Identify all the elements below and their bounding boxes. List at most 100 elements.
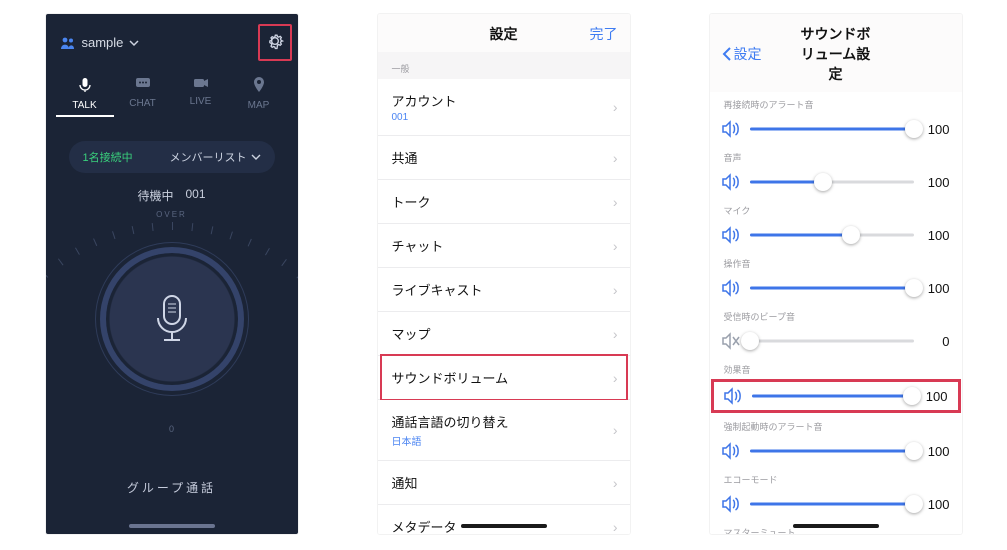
volume-slider[interactable] bbox=[750, 172, 914, 192]
chevron-right-icon: › bbox=[613, 238, 618, 254]
tab-map[interactable]: MAP bbox=[230, 73, 288, 117]
top-bar: sample bbox=[46, 14, 298, 69]
sound-volume-screen: 設定 サウンドボリューム設定 再接続時のアラート音 100 音声 100 マイク 100 操… bbox=[710, 14, 962, 534]
chevron-down-icon bbox=[251, 153, 261, 161]
ptt-button[interactable] bbox=[106, 253, 238, 385]
volume-value: 100 bbox=[922, 228, 950, 243]
speaker-icon[interactable] bbox=[720, 226, 742, 244]
row-metadata[interactable]: メタデータ› bbox=[378, 505, 630, 534]
volume-value: 100 bbox=[922, 497, 950, 512]
volume-row-mic: 100 bbox=[710, 219, 962, 251]
section-header-op: 操作音 bbox=[710, 251, 962, 272]
volume-slider[interactable] bbox=[752, 386, 912, 406]
nav-tabs: TALK CHAT LIVE MAP bbox=[46, 69, 298, 117]
page-title: サウンドボリューム設定 bbox=[798, 24, 874, 84]
chevron-right-icon: › bbox=[613, 99, 618, 115]
home-indicator[interactable] bbox=[793, 524, 879, 528]
mic-icon bbox=[56, 77, 114, 96]
speaker-mute-icon[interactable] bbox=[720, 332, 742, 350]
volume-row-eco: 100 bbox=[710, 488, 962, 520]
chevron-right-icon: › bbox=[613, 475, 618, 491]
row-livecast[interactable]: ライブキャスト› bbox=[378, 268, 630, 312]
settings-screen: 設定 完了 一般 アカウント 001 › 共通› トーク› チャット› ライブキ… bbox=[378, 14, 630, 534]
group-icon bbox=[60, 36, 76, 50]
waiting-id: 001 bbox=[185, 187, 205, 204]
volume-value: 100 bbox=[922, 281, 950, 296]
ptt-dial: OVER 0 bbox=[67, 214, 277, 424]
speaker-icon[interactable] bbox=[720, 279, 742, 297]
row-common[interactable]: 共通› bbox=[378, 136, 630, 180]
back-button[interactable]: 設定 bbox=[722, 44, 798, 64]
volume-value: 100 bbox=[920, 389, 948, 404]
volume-slider[interactable] bbox=[750, 441, 914, 461]
volume-value: 100 bbox=[922, 175, 950, 190]
volume-row-sfx: 100 bbox=[712, 380, 960, 412]
volume-row-voice: 100 bbox=[710, 166, 962, 198]
row-language[interactable]: 通話言語の切り替え 日本語 › bbox=[378, 400, 630, 461]
connected-status: 1名接続中 bbox=[83, 149, 133, 165]
section-header-sfx: 効果音 bbox=[710, 357, 962, 378]
mic-icon bbox=[150, 292, 194, 346]
row-chat[interactable]: チャット› bbox=[378, 224, 630, 268]
volume-value: 0 bbox=[922, 334, 950, 349]
waiting-label: 待機中 bbox=[137, 187, 173, 204]
chevron-right-icon: › bbox=[613, 282, 618, 298]
chevron-right-icon: › bbox=[613, 194, 618, 210]
volume-row-op: 100 bbox=[710, 272, 962, 304]
volume-value: 100 bbox=[922, 444, 950, 459]
speaker-icon[interactable] bbox=[720, 495, 742, 513]
page-title: 設定 bbox=[466, 24, 542, 44]
group-selector[interactable]: sample bbox=[60, 35, 140, 50]
chevron-right-icon: › bbox=[613, 326, 618, 342]
chevron-right-icon: › bbox=[613, 370, 618, 386]
volume-row-reconnect_alert: 100 bbox=[710, 113, 962, 145]
row-notify[interactable]: 通知› bbox=[378, 461, 630, 505]
speaker-icon[interactable] bbox=[722, 387, 744, 405]
volume-value: 100 bbox=[922, 122, 950, 137]
chevron-right-icon: › bbox=[613, 422, 618, 438]
pin-icon bbox=[230, 77, 288, 96]
group-name: sample bbox=[82, 35, 124, 50]
row-account[interactable]: アカウント 001 › bbox=[378, 79, 630, 136]
volume-slider[interactable] bbox=[750, 278, 914, 298]
chevron-right-icon: › bbox=[613, 519, 618, 535]
nav-bar: 設定 サウンドボリューム設定 bbox=[710, 14, 962, 92]
group-call-label: グループ通話 bbox=[46, 479, 298, 496]
section-header-recv_beep: 受信時のビープ音 bbox=[710, 304, 962, 325]
speaker-icon[interactable] bbox=[720, 442, 742, 460]
talk-screen: sample TALK CHAT LIVE MAP 1名接 bbox=[46, 14, 298, 534]
home-indicator[interactable] bbox=[461, 524, 547, 528]
section-header-voice: 音声 bbox=[710, 145, 962, 166]
volume-slider[interactable] bbox=[750, 494, 914, 514]
row-map[interactable]: マップ› bbox=[378, 312, 630, 356]
chat-icon bbox=[114, 77, 172, 94]
section-header-force_alert: 強制起動時のアラート音 bbox=[710, 414, 962, 435]
video-icon bbox=[172, 77, 230, 92]
tab-talk[interactable]: TALK bbox=[56, 73, 114, 117]
zero-label: 0 bbox=[169, 424, 174, 434]
status-pill: 1名接続中 メンバーリスト bbox=[69, 141, 275, 173]
row-sound-volume[interactable]: サウンドボリューム› bbox=[378, 356, 630, 400]
home-indicator[interactable] bbox=[129, 524, 215, 528]
volume-slider[interactable] bbox=[750, 331, 914, 351]
done-button[interactable]: 完了 bbox=[542, 24, 618, 44]
member-list-button[interactable]: メンバーリスト bbox=[170, 149, 261, 165]
row-talk[interactable]: トーク› bbox=[378, 180, 630, 224]
chevron-right-icon: › bbox=[613, 150, 618, 166]
volume-slider[interactable] bbox=[750, 225, 914, 245]
section-header-mic: マイク bbox=[710, 198, 962, 219]
speaker-icon[interactable] bbox=[720, 120, 742, 138]
settings-button-highlight bbox=[258, 24, 292, 61]
speaker-icon[interactable] bbox=[720, 173, 742, 191]
nav-bar: 設定 完了 bbox=[378, 14, 630, 52]
tab-live[interactable]: LIVE bbox=[172, 73, 230, 117]
section-header-general: 一般 bbox=[378, 52, 630, 79]
volume-row-recv_beep: 0 bbox=[710, 325, 962, 357]
waiting-row: 待機中 001 bbox=[46, 187, 298, 204]
section-header-reconnect_alert: 再接続時のアラート音 bbox=[710, 92, 962, 113]
volume-row-force_alert: 100 bbox=[710, 435, 962, 467]
chevron-left-icon bbox=[722, 47, 732, 61]
tab-chat[interactable]: CHAT bbox=[114, 73, 172, 117]
volume-slider[interactable] bbox=[750, 119, 914, 139]
gear-icon[interactable] bbox=[265, 31, 285, 51]
